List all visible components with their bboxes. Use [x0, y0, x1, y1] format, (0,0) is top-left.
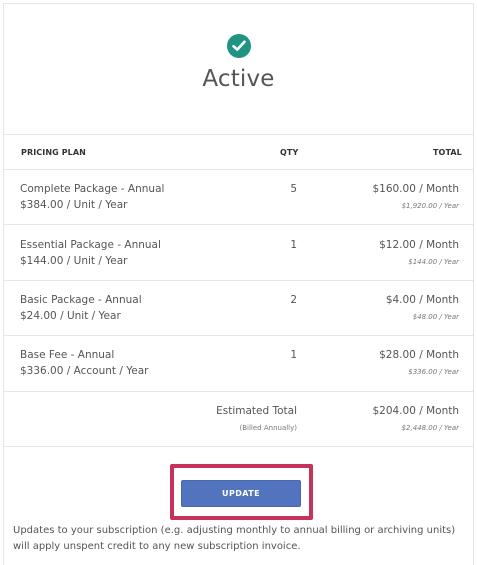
status-title: Active	[202, 66, 275, 92]
plan-name: Base Fee - Annual	[20, 349, 115, 361]
plan-yearly-total: $1,920.00 / Year	[401, 202, 459, 210]
plan-monthly-total: $12.00 / Month	[379, 239, 459, 251]
divider	[4, 335, 473, 336]
divider	[4, 280, 473, 281]
header-total: TOTAL	[433, 148, 462, 157]
header-pricing-plan: PRICING PLAN	[21, 148, 86, 157]
estimated-yearly-total: $2,448.00 / Year	[401, 424, 459, 432]
plan-unit-price: $144.00 / Unit / Year	[20, 255, 128, 267]
header-qty: QTY	[280, 148, 299, 157]
divider	[4, 224, 473, 225]
subscription-note: Updates to your subscription (e.g. adjus…	[13, 525, 456, 552]
divider	[4, 169, 473, 170]
plan-unit-price: $24.00 / Unit / Year	[20, 310, 121, 322]
plan-name: Complete Package - Annual	[20, 183, 165, 195]
plan-monthly-total: $4.00 / Month	[385, 294, 459, 306]
divider	[4, 134, 473, 135]
plan-name: Basic Package - Annual	[20, 294, 142, 306]
plan-monthly-total: $28.00 / Month	[379, 349, 459, 361]
subscription-panel: Active PRICING PLAN QTY TOTAL Complete P…	[3, 3, 474, 565]
divider	[4, 391, 473, 392]
update-button[interactable]: UPDATE	[181, 480, 301, 507]
plan-unit-price: $336.00 / Account / Year	[20, 365, 149, 377]
plan-name: Essential Package - Annual	[20, 239, 161, 251]
plan-yearly-total: $144.00 / Year	[408, 258, 459, 266]
status-header: Active	[4, 34, 473, 92]
plan-yearly-total: $336.00 / Year	[408, 368, 459, 376]
plan-unit-price: $384.00 / Unit / Year	[20, 199, 128, 211]
estimated-monthly-total: $204.00 / Month	[372, 405, 459, 417]
divider	[4, 446, 473, 447]
plan-monthly-total: $160.00 / Month	[372, 183, 459, 195]
plan-yearly-total: $48.00 / Year	[412, 313, 459, 321]
check-circle-icon	[226, 34, 251, 58]
